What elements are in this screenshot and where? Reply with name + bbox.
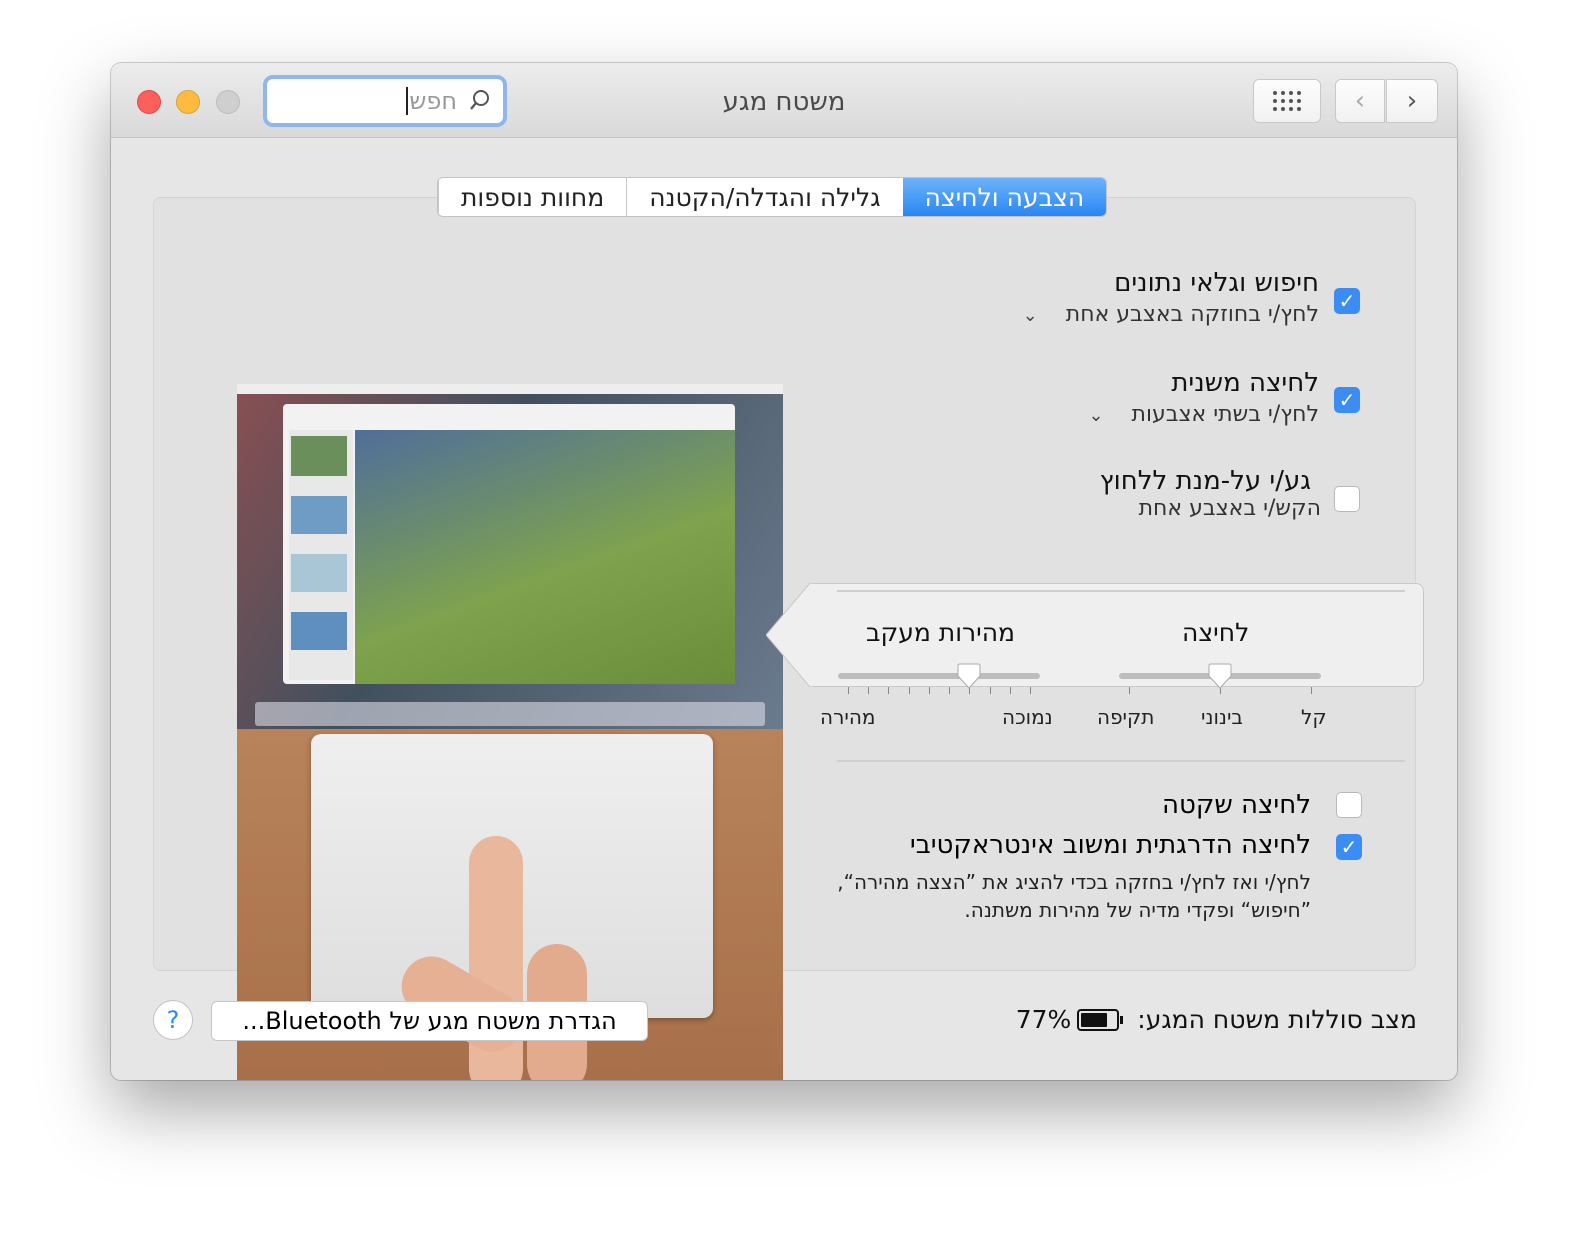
trackpad-preferences-window: חפש משטח מגע ‹ › חיפוש וגלאי נתונים לחץ/… [111, 63, 1457, 1080]
slider-tick [848, 687, 849, 694]
help-button[interactable]: ? [153, 1000, 193, 1040]
tab-scroll-zoom[interactable]: גלילה והגדלה/הקטנה [626, 178, 902, 216]
battery-label: מצב סוללות משטח המגע: [1137, 1005, 1417, 1034]
battery-icon [1077, 1008, 1124, 1031]
slider-tick [908, 687, 910, 694]
secondary-click-checkbox[interactable]: ✓ [1334, 387, 1360, 413]
show-all-button[interactable] [1253, 79, 1321, 123]
slider-tick [1311, 687, 1312, 694]
tick-label: מהירה [820, 705, 876, 729]
checkmark-icon: ✓ [1338, 388, 1356, 412]
chevron-down-icon[interactable]: ⌄ [1088, 405, 1103, 426]
click-slider-label: לחיצה [1182, 618, 1250, 647]
tracking-slider-thumb[interactable] [957, 663, 981, 689]
option-title: גע/י על-מנת ללחוץ [1099, 466, 1311, 496]
force-click-checkbox[interactable]: ✓ [1336, 834, 1362, 860]
tab-bar: מחוות נוספות גלילה והגדלה/הקטנה הצבעה ול… [437, 177, 1108, 217]
chevron-left-icon: ‹ [1354, 86, 1366, 116]
tick-label: קל [1301, 705, 1327, 729]
forward-button[interactable]: › [1386, 79, 1438, 123]
back-button[interactable]: ‹ [1335, 79, 1385, 123]
slider-tick [1009, 687, 1011, 694]
secondary-click-dropdown[interactable]: לחץ/י בשתי אצבעות [1132, 402, 1319, 427]
tracking-speed-slider[interactable] [838, 673, 1040, 679]
tap-to-click-checkbox[interactable] [1334, 486, 1360, 512]
slider-tick [868, 687, 870, 694]
grid-icon [1273, 91, 1301, 111]
slider-tick [888, 687, 890, 694]
option-lookup: חיפוש וגלאי נתונים לחץ/י בחוזקה באצבע אח… [699, 268, 1319, 327]
force-click-description: לחץ/י ואז לחץ/י בחזקה בכדי להציג את ”הצצ… [837, 870, 1311, 922]
click-slider-thumb[interactable] [1208, 663, 1232, 689]
tick-label: בינוני [1201, 705, 1243, 729]
settings-panel: חיפוש וגלאי נתונים לחץ/י בחוזקה באצבע אח… [153, 197, 1424, 1080]
chevron-down-icon[interactable]: ⌄ [1023, 305, 1038, 326]
option-title: לחיצה משנית [1171, 368, 1319, 398]
slider-tick [928, 687, 930, 694]
bluetooth-trackpad-setup-button[interactable]: הגדרת משטח מגע של Bluetooth... [211, 1001, 648, 1041]
slider-tick [949, 687, 951, 694]
lookup-gesture-dropdown[interactable]: לחץ/י בחוזקה באצבע אחת [1066, 302, 1319, 327]
option-tap-to-click: גע/י על-מנת ללחוץ הקש/י באצבע אחת [701, 466, 1321, 521]
checkmark-icon: ✓ [1340, 835, 1358, 859]
tick-label: תקיפה [1097, 705, 1155, 729]
silent-click-checkbox[interactable] [1336, 792, 1362, 818]
slider-tick [1030, 687, 1031, 694]
slider-tick [1129, 687, 1130, 694]
battery-status: מצב סוללות משטח המגע: 77% [1016, 1005, 1417, 1034]
battery-percent: 77% [1015, 1005, 1072, 1034]
option-secondary-click: לחיצה משנית לחץ/י בשתי אצבעות ⌄ [699, 368, 1319, 427]
tab-more-gestures[interactable]: מחוות נוספות [438, 178, 626, 216]
slider-tick [989, 687, 991, 694]
divider [837, 760, 1405, 762]
option-subtitle: הקש/י באצבע אחת [1138, 496, 1321, 521]
force-click-label: לחיצה הדרגתית ומשוב אינטראקטיבי [909, 830, 1311, 860]
option-title: חיפוש וגלאי נתונים [1114, 268, 1319, 298]
tick-label: נמוכה [1002, 705, 1053, 729]
checkmark-icon: ✓ [1338, 289, 1356, 313]
tab-point-click[interactable]: הצבעה ולחיצה [902, 178, 1107, 216]
lookup-checkbox[interactable]: ✓ [1334, 288, 1360, 314]
chevron-right-icon: › [1406, 86, 1418, 116]
tracking-speed-label: מהירות מעקב [866, 618, 1016, 647]
silent-click-label: לחיצה שקטה [1162, 790, 1311, 820]
title-bar: חפש משטח מגע ‹ › [111, 63, 1457, 138]
